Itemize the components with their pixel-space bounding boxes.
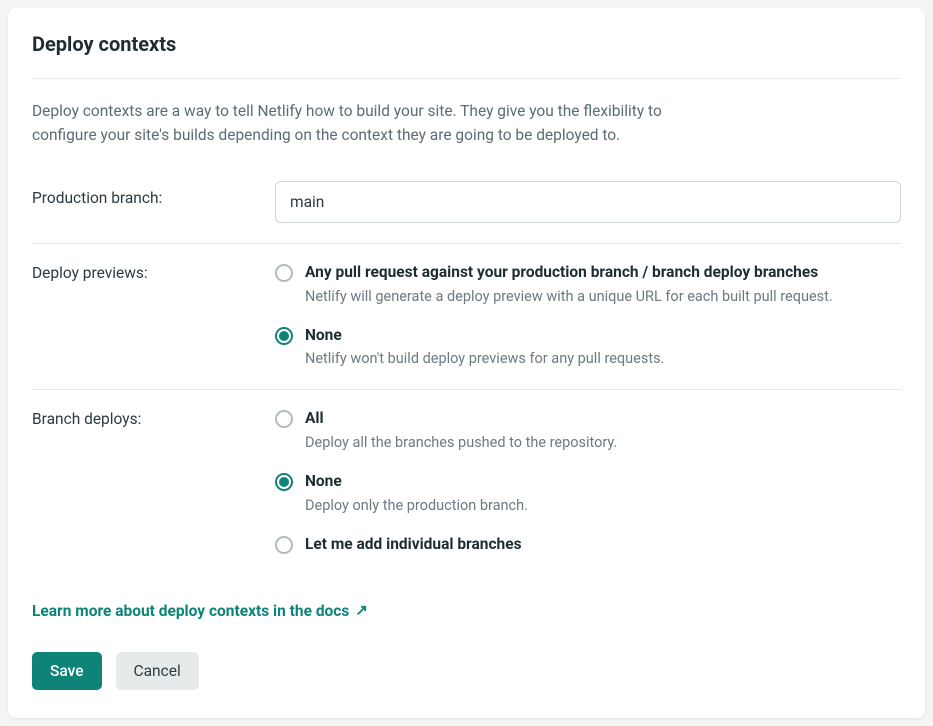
radio-title: Let me add individual branches bbox=[305, 534, 901, 556]
radio-branch-deploys-all[interactable]: All Deploy all the branches pushed to th… bbox=[275, 408, 901, 453]
deploy-contexts-card: Deploy contexts Deploy contexts are a wa… bbox=[8, 8, 925, 718]
radio-branch-deploys-individual[interactable]: Let me add individual branches bbox=[275, 534, 901, 556]
form-region: Production branch: Deploy previews: Any … bbox=[32, 171, 901, 576]
external-link-icon: ↗ bbox=[355, 603, 368, 618]
row-deploy-previews: Deploy previews: Any pull request agains… bbox=[32, 244, 901, 390]
cancel-button[interactable]: Cancel bbox=[116, 652, 199, 690]
radio-title: None bbox=[305, 471, 901, 493]
radio-icon bbox=[275, 473, 293, 491]
production-branch-input[interactable] bbox=[275, 181, 901, 223]
label-branch-deploys: Branch deploys: bbox=[32, 408, 275, 428]
radio-title: All bbox=[305, 408, 901, 430]
card-title: Deploy contexts bbox=[32, 32, 901, 79]
card-description: Deploy contexts are a way to tell Netlif… bbox=[32, 99, 712, 147]
radio-title: Any pull request against your production… bbox=[305, 262, 901, 284]
learn-more-link[interactable]: Learn more about deploy contexts in the … bbox=[32, 602, 368, 620]
radio-icon bbox=[275, 264, 293, 282]
radio-title: None bbox=[305, 325, 901, 347]
radio-description: Deploy only the production branch. bbox=[305, 495, 901, 516]
radio-description: Netlify won't build deploy previews for … bbox=[305, 348, 901, 369]
save-button[interactable]: Save bbox=[32, 652, 102, 690]
row-branch-deploys: Branch deploys: All Deploy all the branc… bbox=[32, 390, 901, 575]
learn-more-label: Learn more about deploy contexts in the … bbox=[32, 602, 349, 620]
button-row: Save Cancel bbox=[32, 652, 901, 690]
radio-icon bbox=[275, 327, 293, 345]
radio-deploy-previews-none[interactable]: None Netlify won't build deploy previews… bbox=[275, 325, 901, 370]
radio-icon bbox=[275, 536, 293, 554]
label-deploy-previews: Deploy previews: bbox=[32, 262, 275, 282]
row-production-branch: Production branch: bbox=[32, 171, 901, 244]
radio-description: Deploy all the branches pushed to the re… bbox=[305, 432, 901, 453]
radio-deploy-previews-any[interactable]: Any pull request against your production… bbox=[275, 262, 901, 307]
radio-description: Netlify will generate a deploy preview w… bbox=[305, 286, 901, 307]
radio-branch-deploys-none[interactable]: None Deploy only the production branch. bbox=[275, 471, 901, 516]
label-production-branch: Production branch: bbox=[32, 181, 275, 207]
radio-icon bbox=[275, 410, 293, 428]
